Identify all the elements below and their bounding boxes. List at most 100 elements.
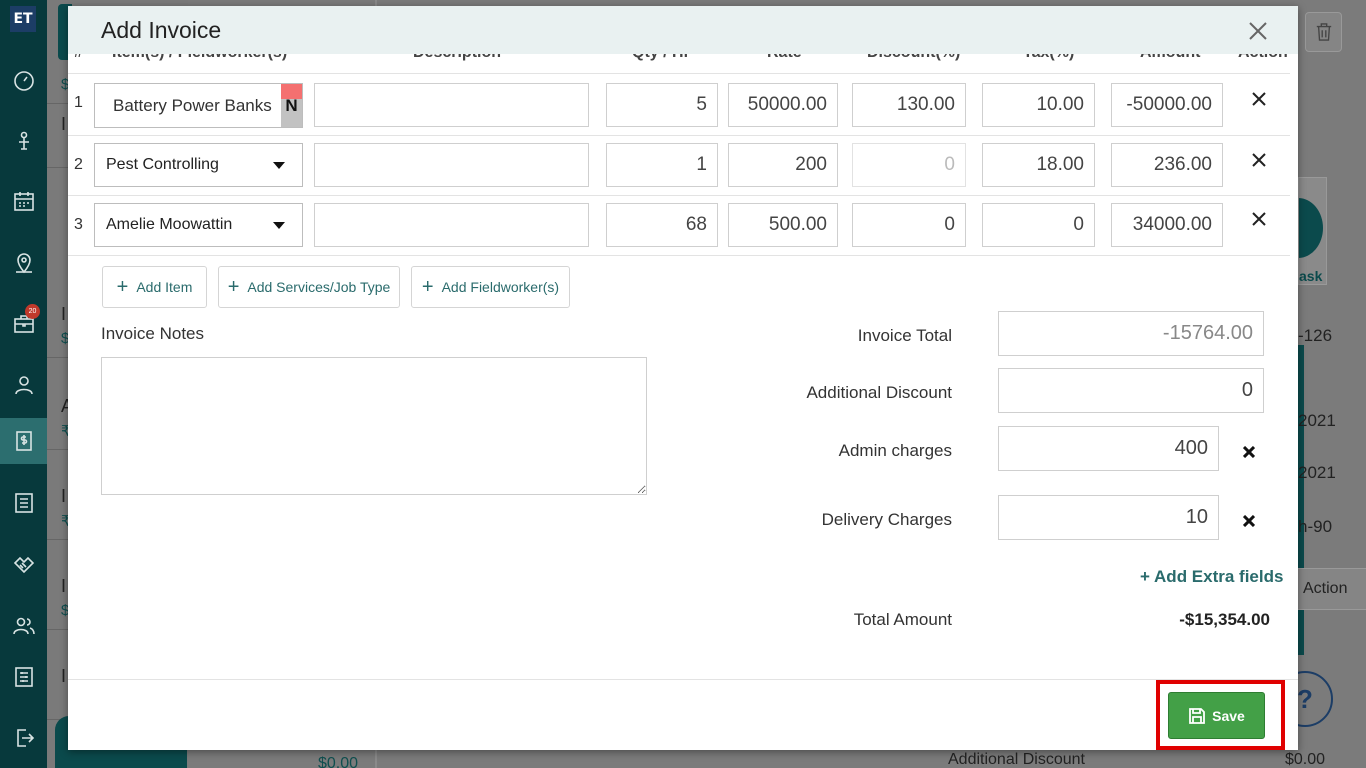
- pin-icon[interactable]: [0, 118, 47, 164]
- sidebar: ET 20: [0, 0, 47, 768]
- background-right: [1298, 0, 1366, 768]
- plus-icon: +: [421, 276, 434, 298]
- add-extra-fields-label: Add Extra fields: [1154, 567, 1284, 586]
- plus-icon: +: [227, 276, 240, 298]
- amount-input[interactable]: 34000.00: [1111, 203, 1223, 247]
- invoice-total-label: Invoice Total: [857, 326, 952, 345]
- rate-input[interactable]: 500.00: [728, 203, 838, 247]
- item-select[interactable]: Amelie Moowattin: [94, 203, 303, 247]
- background-amount: $0.00: [1285, 751, 1326, 768]
- save-button[interactable]: Save: [1168, 692, 1265, 739]
- row-divider: [68, 255, 1290, 256]
- add-fieldworker-label: Add Fieldworker(s): [441, 279, 560, 295]
- background-amount: $0.00: [318, 755, 359, 768]
- new-item-flag: N: [281, 84, 302, 127]
- invoice-notes-textarea[interactable]: [101, 357, 647, 495]
- additional-discount-label: Additional Discount: [806, 383, 952, 402]
- company-logo: ask: [1298, 177, 1327, 285]
- trash-icon[interactable]: [1305, 12, 1342, 52]
- plus-icon: +: [116, 276, 129, 298]
- tax-input[interactable]: 18.00: [982, 143, 1095, 187]
- tax-input[interactable]: 10.00: [982, 83, 1095, 127]
- row-divider: [68, 135, 1290, 136]
- rate-input[interactable]: 50000.00: [728, 83, 838, 127]
- footer-divider: [68, 679, 1298, 680]
- map-pin-icon[interactable]: [0, 240, 47, 286]
- background-text: h-90: [1298, 517, 1333, 536]
- row-number: 3: [74, 216, 83, 233]
- close-icon[interactable]: [1243, 16, 1273, 46]
- total-amount-value: -$15,354.00: [1179, 610, 1270, 629]
- add-invoice-modal: Add Invoice # Item(s) / Fieldworker(s) D…: [68, 6, 1298, 750]
- discount-input[interactable]: 0: [852, 203, 966, 247]
- save-label: Save: [1212, 707, 1245, 724]
- rate-input[interactable]: 200: [728, 143, 838, 187]
- item-combobox[interactable]: Battery Power Banks N: [94, 83, 303, 128]
- settings-sliders-icon[interactable]: [0, 654, 47, 700]
- qty-input[interactable]: 1: [606, 143, 718, 187]
- briefcase-icon[interactable]: 20: [0, 300, 47, 346]
- dashboard-icon[interactable]: [0, 58, 47, 104]
- calendar-icon[interactable]: [0, 178, 47, 224]
- handshake-icon[interactable]: [0, 542, 47, 588]
- background-text: -126: [1298, 326, 1333, 345]
- add-item-button[interactable]: + Add Item: [102, 266, 207, 308]
- list-item-title: I: [61, 304, 67, 324]
- save-icon: [1189, 707, 1206, 724]
- item-name: Amelie Moowattin: [106, 216, 233, 233]
- users-icon[interactable]: [0, 603, 47, 649]
- modal-title: Add Invoice: [101, 17, 222, 43]
- qty-input[interactable]: 5: [606, 83, 718, 127]
- add-item-label: Add Item: [136, 279, 193, 295]
- amount-input[interactable]: -50000.00: [1111, 83, 1223, 127]
- qty-input[interactable]: 68: [606, 203, 718, 247]
- company-logo-text: ask: [1299, 268, 1323, 284]
- background-text: 2021: [1298, 463, 1336, 482]
- add-extra-fields-link[interactable]: + Add Extra fields: [1140, 567, 1283, 587]
- dropdown-caret-icon: [273, 162, 285, 169]
- remove-admin-charges-icon[interactable]: [1242, 445, 1259, 461]
- remove-row-icon[interactable]: [1252, 92, 1272, 112]
- item-name: Battery Power Banks: [113, 95, 272, 115]
- list-item-title: I: [61, 114, 67, 134]
- additional-discount-field[interactable]: 0: [998, 368, 1264, 413]
- add-services-label: Add Services/Job Type: [247, 279, 391, 295]
- delivery-charges-label: Delivery Charges: [821, 510, 952, 529]
- dollar-icon[interactable]: [0, 418, 47, 464]
- add-services-button[interactable]: + Add Services/Job Type: [218, 266, 400, 308]
- amount-input[interactable]: 236.00: [1111, 143, 1223, 187]
- tax-input[interactable]: 0: [982, 203, 1095, 247]
- remove-row-icon[interactable]: [1252, 212, 1272, 232]
- background-label: Additional Discount: [948, 751, 1085, 768]
- delivery-charges-field[interactable]: 10: [998, 495, 1219, 540]
- list-icon[interactable]: [0, 480, 47, 526]
- invoice-notes-label: Invoice Notes: [101, 324, 204, 343]
- background-action-header: Action: [1298, 568, 1366, 610]
- description-input[interactable]: [314, 143, 589, 187]
- logout-icon[interactable]: [0, 715, 47, 761]
- total-amount-label: Total Amount: [853, 610, 952, 629]
- discount-input[interactable]: 0: [852, 143, 966, 187]
- remove-row-icon[interactable]: [1252, 153, 1272, 173]
- background-action-label: Action: [1303, 580, 1348, 597]
- description-input[interactable]: [314, 203, 589, 247]
- add-fieldworker-button[interactable]: + Add Fieldworker(s): [411, 266, 570, 308]
- list-item-title: I: [61, 666, 67, 686]
- list-item-title: I: [61, 576, 67, 596]
- admin-charges-field[interactable]: 400: [998, 426, 1219, 471]
- discount-input[interactable]: 130.00: [852, 83, 966, 127]
- remove-delivery-charges-icon[interactable]: [1242, 514, 1259, 530]
- modal-header: Add Invoice: [68, 6, 1298, 54]
- background-text: 2021: [1298, 411, 1336, 430]
- user-icon[interactable]: [0, 362, 47, 408]
- row-number: 1: [74, 94, 83, 111]
- notification-badge: 20: [25, 304, 40, 319]
- plus-icon: +: [1140, 567, 1155, 586]
- app-logo: ET: [10, 6, 36, 32]
- row-divider: [68, 195, 1290, 196]
- invoice-total-field: -15764.00: [998, 311, 1264, 356]
- description-input[interactable]: [314, 83, 589, 127]
- row-number: 2: [74, 156, 83, 173]
- item-select[interactable]: Pest Controlling: [94, 143, 303, 187]
- item-name: Pest Controlling: [106, 156, 219, 173]
